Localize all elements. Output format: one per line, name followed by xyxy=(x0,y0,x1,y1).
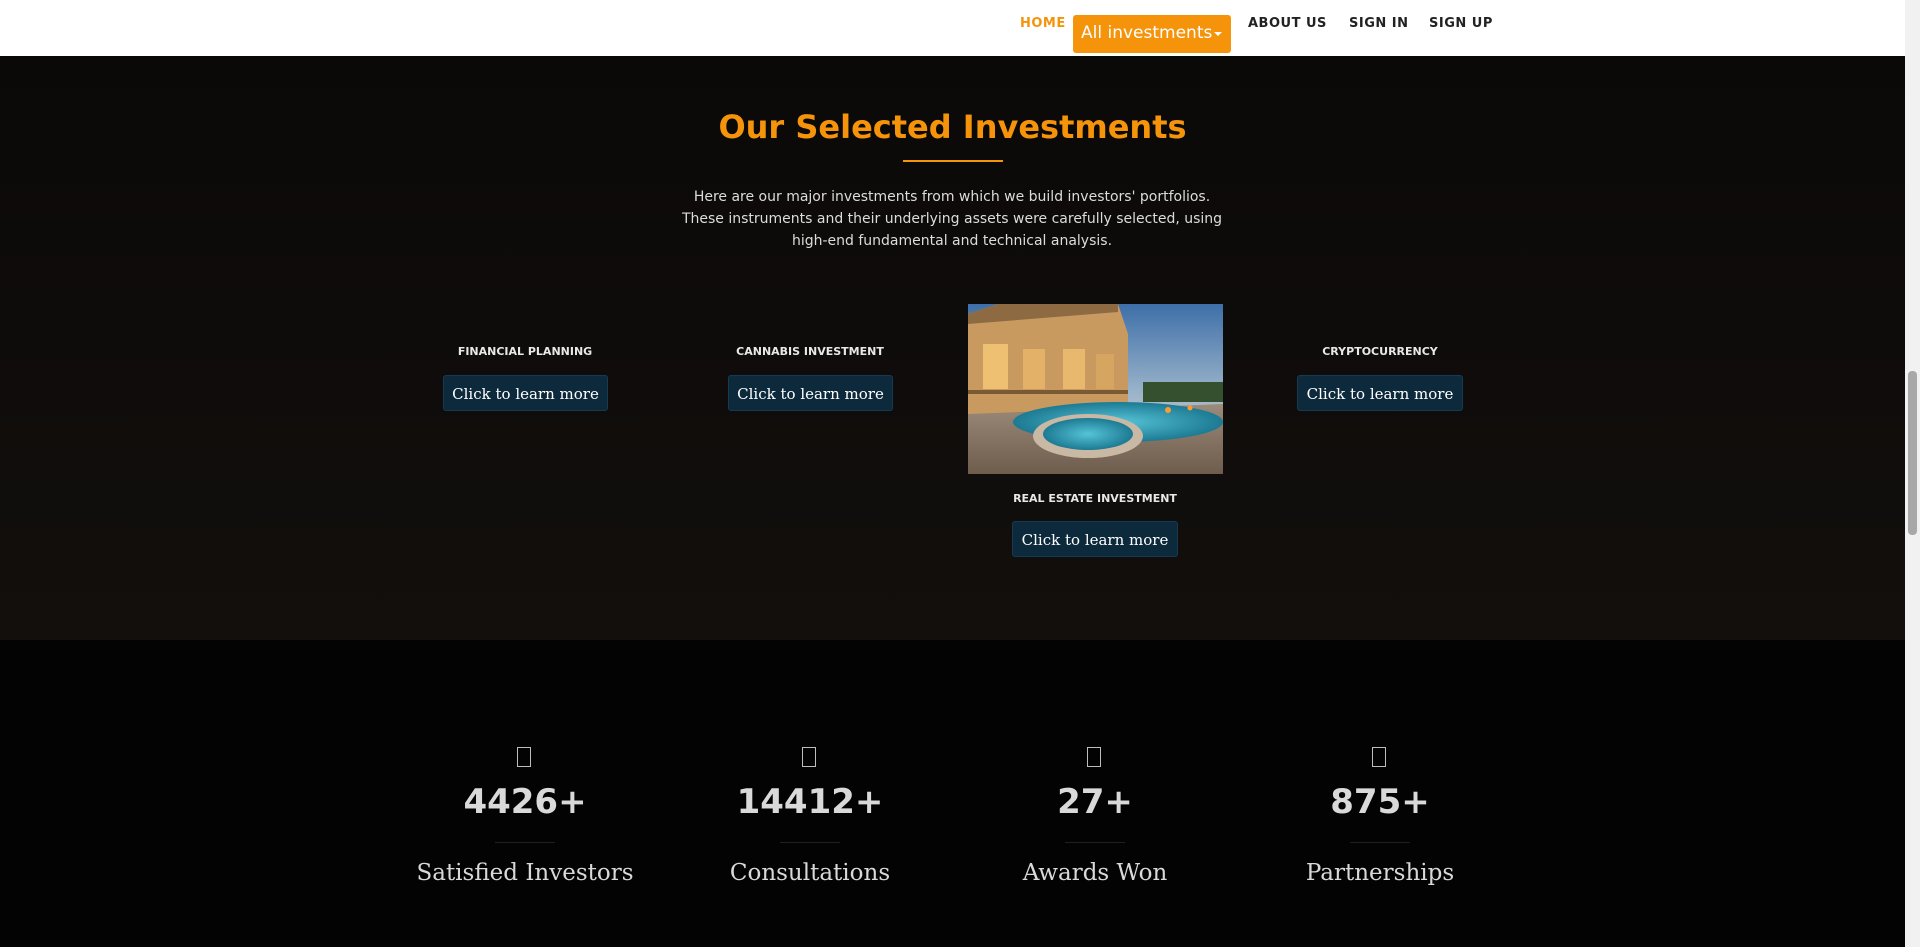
stat-value: 14412+ xyxy=(736,782,884,822)
stat-divider xyxy=(1350,842,1410,843)
stat-label: Consultations xyxy=(729,860,891,886)
stat-divider xyxy=(1065,842,1125,843)
learn-more-button[interactable]: Click to learn more xyxy=(1297,375,1463,411)
nav-signin-link[interactable]: SIGN IN xyxy=(1349,16,1409,31)
investments-section: Our Selected Investments Here are our ma… xyxy=(0,56,1905,640)
section-title: Our Selected Investments xyxy=(718,108,1187,146)
placeholder-icon xyxy=(517,747,531,767)
dropdown-label: All investments xyxy=(1081,23,1213,43)
placeholder-icon xyxy=(1372,747,1386,767)
placeholder-icon xyxy=(802,747,816,767)
title-underline xyxy=(903,160,1003,162)
all-investments-dropdown[interactable]: All investments xyxy=(1073,15,1231,53)
stat-value: 27+ xyxy=(1057,782,1133,822)
scrollbar-thumb[interactable] xyxy=(1908,371,1917,535)
section-description: Here are our major investments from whic… xyxy=(681,189,1223,249)
investment-label: CRYPTOCURRENCY xyxy=(1322,345,1438,358)
page-scrollbar[interactable] xyxy=(1905,0,1920,947)
real-estate-image xyxy=(968,304,1223,474)
investment-label: CANNABIS INVESTMENT xyxy=(736,345,884,358)
stat-label: Satisfied Investors xyxy=(416,860,634,886)
stat-value: 4426+ xyxy=(463,782,587,822)
stats-section xyxy=(0,640,1905,947)
caret-down-icon xyxy=(1214,32,1222,36)
nav-signup-link[interactable]: SIGN UP xyxy=(1429,16,1493,31)
nav-about-link[interactable]: ABOUT US xyxy=(1248,16,1327,31)
top-navbar: HOME All investments ABOUT US SIGN IN SI… xyxy=(0,0,1905,56)
nav-home-link[interactable]: HOME xyxy=(1020,16,1066,31)
investment-label: FINANCIAL PLANNING xyxy=(457,345,593,358)
stat-label: Awards Won xyxy=(1022,860,1168,886)
stat-divider xyxy=(495,842,555,843)
placeholder-icon xyxy=(1087,747,1101,767)
stat-value: 875+ xyxy=(1330,782,1430,822)
learn-more-button[interactable]: Click to learn more xyxy=(1012,521,1178,557)
stat-label: Partnerships xyxy=(1305,860,1455,886)
stat-divider xyxy=(780,842,840,843)
investment-label: REAL ESTATE INVESTMENT xyxy=(1013,492,1177,505)
page: HOME All investments ABOUT US SIGN IN SI… xyxy=(0,0,1905,947)
learn-more-button[interactable]: Click to learn more xyxy=(728,375,893,411)
learn-more-button[interactable]: Click to learn more xyxy=(443,375,608,411)
